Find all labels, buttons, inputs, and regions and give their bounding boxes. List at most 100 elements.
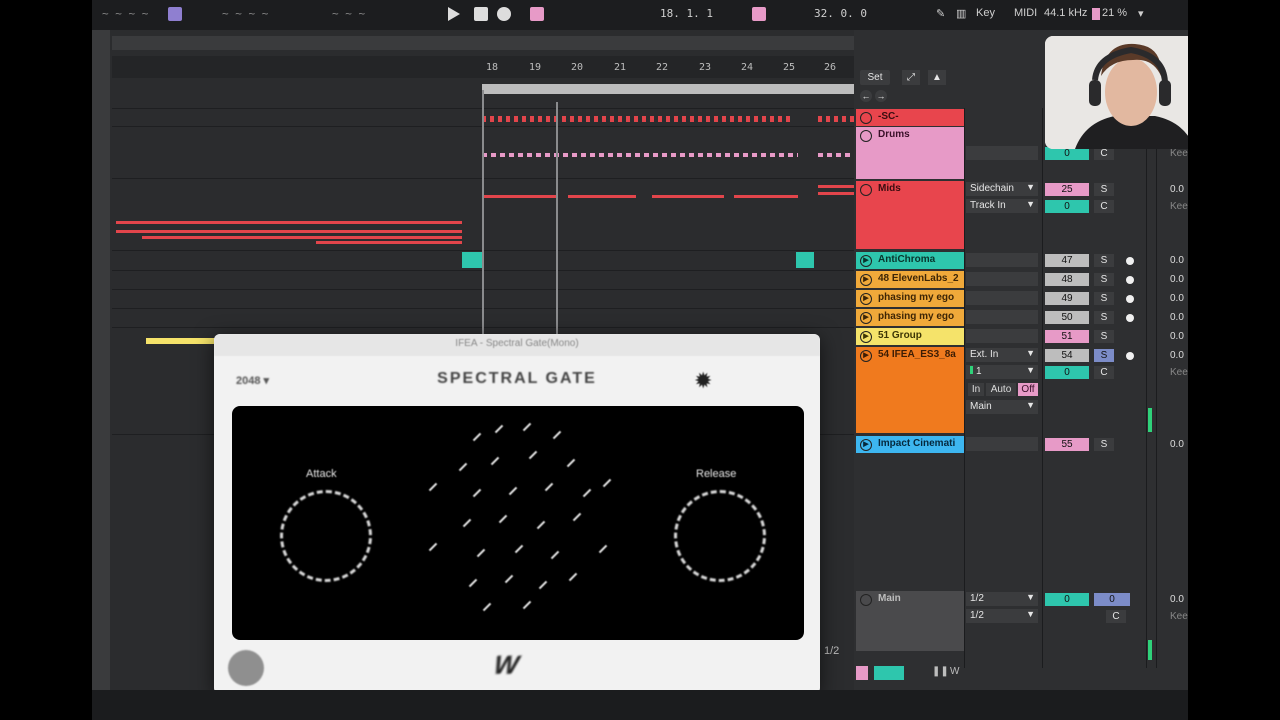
follow-button[interactable] (168, 7, 182, 21)
track-delay[interactable]: 0.0 (1170, 184, 1184, 195)
monitor-auto-button[interactable]: Auto (986, 383, 1016, 396)
group-io[interactable] (966, 329, 1038, 343)
track-play-icon[interactable]: ▶ (860, 274, 872, 286)
impact-io[interactable] (966, 437, 1038, 451)
arm-dot[interactable] (1126, 314, 1134, 322)
solo-button[interactable]: S (1094, 330, 1114, 343)
loop-length-display[interactable]: 32. 0. 0 (814, 7, 867, 20)
track-delay[interactable]: 0.0 (1170, 350, 1184, 361)
mids-clip-long[interactable] (142, 236, 462, 239)
solo-button[interactable]: S (1094, 349, 1114, 362)
solo-button[interactable]: S (1094, 292, 1114, 305)
track-group51[interactable]: ▶ 51 Group (856, 328, 964, 345)
track-delay[interactable]: 0.0 (1170, 274, 1184, 285)
lock-icon[interactable]: ▲ (928, 70, 946, 85)
track-fold-icon[interactable] (860, 112, 872, 124)
drums-clip[interactable] (818, 153, 854, 157)
play-icon[interactable] (448, 7, 460, 21)
tempo-display[interactable]: ~ ~ ~ ~ (102, 7, 148, 20)
arm-dot[interactable] (1126, 257, 1134, 265)
group-clip[interactable] (146, 338, 216, 344)
drums-clip[interactable] (482, 153, 798, 157)
track-play-icon[interactable]: ▶ (860, 255, 872, 267)
mids-clip-long[interactable] (116, 221, 462, 224)
power-button[interactable] (228, 650, 264, 686)
phase1-volume[interactable]: 49 (1045, 292, 1089, 305)
stop-icon[interactable] (474, 7, 488, 21)
center-button[interactable]: C (1094, 366, 1114, 379)
track-phasing-2[interactable]: ▶ phasing my ego (856, 309, 964, 326)
output-select[interactable]: Main ▼ (966, 400, 1038, 414)
eleven-io[interactable] (966, 272, 1038, 286)
track-drums[interactable]: Drums (856, 127, 964, 179)
spectral-gate-plugin-window[interactable]: IFEA - Spectral Gate(Mono) 2048 ▾ SPECTR… (214, 334, 820, 694)
impact-volume[interactable]: 55 (1045, 438, 1089, 451)
main-in-select[interactable]: 1/2 ▼ (966, 592, 1038, 606)
solo-button[interactable]: S (1094, 311, 1114, 324)
mids-clip[interactable] (734, 195, 798, 198)
eleven-volume[interactable]: 48 (1045, 273, 1089, 286)
mids-pan[interactable]: 0 (1045, 200, 1089, 213)
solo-button[interactable]: S (1094, 254, 1114, 267)
track-play-icon[interactable]: ▶ (860, 293, 872, 305)
mids-clip[interactable] (568, 195, 636, 198)
ifea-pan[interactable]: 0 (1045, 366, 1089, 379)
main-volume[interactable]: 0 (1094, 593, 1130, 606)
track-in-select[interactable]: Track In ▼ (966, 199, 1038, 213)
overdub-icon[interactable] (530, 7, 544, 21)
mids-clip[interactable] (652, 195, 724, 198)
monitor-in-button[interactable]: In (968, 383, 984, 396)
track-play-icon[interactable]: ▶ (860, 350, 872, 362)
plugin-title-bar[interactable]: IFEA - Spectral Gate(Mono) (214, 334, 820, 356)
ext-in-select[interactable]: Ext. In ▼ (966, 348, 1038, 362)
sc-clip[interactable] (482, 116, 792, 122)
pause-icon[interactable]: ❚❚ (932, 666, 949, 677)
track-phasing-1[interactable]: ▶ phasing my ego (856, 290, 964, 307)
solo-button[interactable]: S (1094, 438, 1114, 451)
track-impact[interactable]: ▶ Impact Cinemati (856, 436, 964, 453)
expand-icon[interactable]: ⤢ (902, 70, 920, 85)
mids-clip-long[interactable] (116, 230, 462, 233)
track-elevenlabs[interactable]: ▶ 48 ElevenLabs_2 (856, 271, 964, 288)
center-button[interactable]: C (1094, 200, 1114, 213)
track-fold-icon[interactable] (860, 130, 872, 142)
main-out-select[interactable]: 1/2 ▼ (966, 609, 1038, 623)
mids-clip[interactable] (818, 192, 854, 195)
solo-button[interactable]: S (1094, 183, 1114, 196)
track-play-icon[interactable]: ▶ (860, 439, 872, 451)
center-button[interactable]: C (1106, 610, 1126, 623)
drums-io[interactable] (966, 146, 1038, 160)
solo-button[interactable]: S (1094, 273, 1114, 286)
group-volume[interactable]: 51 (1045, 330, 1089, 343)
mids-clip[interactable] (482, 195, 558, 198)
monitor-off-button[interactable]: Off (1018, 383, 1038, 396)
channel-select[interactable]: 1 ▼ (966, 365, 1038, 379)
loop-brace[interactable] (482, 84, 854, 94)
track-delay[interactable]: 0.0 (1170, 312, 1184, 323)
track-fold-icon[interactable] (860, 184, 872, 196)
arm-dot[interactable] (1126, 295, 1134, 303)
track-play-icon[interactable]: ▶ (860, 312, 872, 324)
track-play-icon[interactable]: ▶ (860, 331, 872, 343)
midi-button[interactable]: MIDI (1014, 7, 1037, 19)
phase1-io[interactable] (966, 291, 1038, 305)
w-icon[interactable]: W (950, 666, 959, 677)
mids-clip-long[interactable] (316, 241, 462, 244)
track-antichroma[interactable]: ▶ AntiChroma (856, 252, 964, 269)
sidechain-select[interactable]: Sidechain ▼ (966, 182, 1038, 196)
track-delay[interactable]: 0.0 (1170, 439, 1184, 450)
record-icon[interactable] (497, 7, 511, 21)
piano-icon[interactable]: ▥ (956, 7, 966, 20)
loop-icon[interactable] (752, 7, 766, 21)
release-knob[interactable] (674, 490, 766, 582)
pencil-icon[interactable]: ✎ (936, 7, 945, 20)
track-delay[interactable]: 0.0 (1170, 255, 1184, 266)
keep-label[interactable]: Keep (1170, 148, 1188, 159)
antichroma-clip[interactable] (796, 252, 814, 268)
ifea-volume[interactable]: 54 (1045, 349, 1089, 362)
sc-clip[interactable] (818, 116, 854, 122)
track-delay[interactable]: 0.0 (1170, 594, 1184, 605)
attack-knob[interactable] (280, 490, 372, 582)
arrow-left-icon[interactable]: ← (860, 90, 872, 102)
track-ifea[interactable]: ▶ 54 IFEA_ES3_8a (856, 347, 964, 433)
